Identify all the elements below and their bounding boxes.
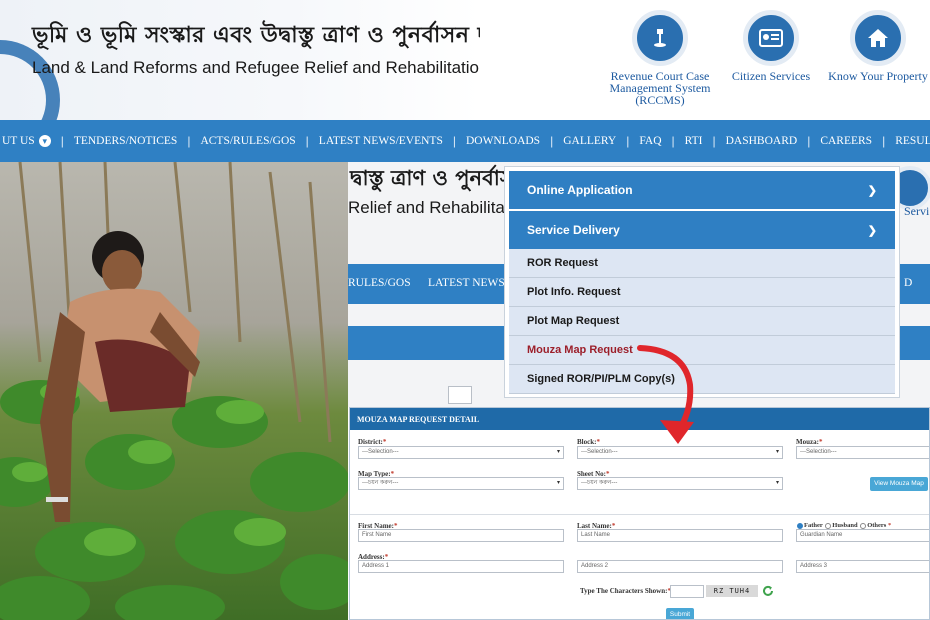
nav-item-gallery[interactable]: GALLERY (553, 135, 626, 147)
mouza-select[interactable]: ---Selection--- (796, 446, 929, 459)
address3-input[interactable]: Address 3 (796, 560, 929, 573)
background-nav-item: LATEST NEWS (428, 277, 505, 289)
background-title-bengali: দ্বাস্তু ত্রাণ ও পুনর্বাসন (350, 165, 527, 190)
sheet-no-select-value: ---চয়ন করুন--- (581, 480, 618, 486)
menu-header-online-application[interactable]: Online Application ❯ (509, 171, 895, 209)
background-nav-item: D (904, 277, 913, 289)
quick-link-label: Citizen Services (731, 69, 811, 83)
gavel-icon (632, 10, 688, 66)
required-mark: * (818, 438, 823, 446)
district-label: District:* (358, 438, 386, 446)
last-name-input[interactable]: Last Name (577, 529, 783, 542)
refresh-icon[interactable] (762, 584, 774, 596)
home-icon (850, 10, 906, 66)
department-title-english: Land & Land Reforms and Refugee Relief a… (32, 58, 480, 77)
radio-label: Others (867, 522, 887, 529)
menu-item-mouza-map-request[interactable]: Mouza Map Request (509, 336, 895, 365)
nav-item-about-us[interactable]: UT US ▾ (0, 135, 61, 147)
district-label-text: District: (358, 438, 383, 446)
map-type-select[interactable]: ---চয়ন করুন--- ▾ (358, 477, 564, 490)
block-select-value: ---Selection--- (581, 449, 618, 455)
main-nav: UT US ▾ | TENDERS/NOTICES | ACTS/RULES/GO… (0, 120, 930, 162)
nav-item-downloads[interactable]: DOWNLOADS (456, 135, 550, 147)
mouza-label-text: Mouza: (796, 438, 819, 446)
quick-link-rccms[interactable]: Revenue Court Case Management System (RC… (605, 10, 715, 106)
captcha-label-text: Type The Characters Shown: (580, 587, 668, 595)
chevron-down-icon: ▾ (38, 135, 51, 147)
id-card-icon (743, 10, 799, 66)
district-select-value: ---Selection--- (362, 449, 399, 455)
menu-header-label: Online Application (527, 183, 633, 197)
form-divider (350, 514, 929, 515)
background-service-label: Servi (904, 204, 930, 218)
quick-link-label: Know Your Property (828, 69, 928, 83)
sheet-no-select[interactable]: ---চয়ন করুন--- ▾ (577, 477, 783, 490)
service-menu: Online Application ❯ Service Delivery ❯ … (504, 166, 900, 398)
farmer-photo (0, 162, 348, 620)
radio-label: Husband (832, 522, 858, 529)
menu-item-plot-info-request[interactable]: Plot Info. Request (509, 278, 895, 307)
first-name-input[interactable]: First Name (358, 529, 564, 542)
map-type-select-value: ---চয়ন করুন--- (362, 480, 399, 486)
nav-item-acts[interactable]: ACTS/RULES/GOS (190, 135, 305, 147)
address1-input[interactable]: Address 1 (358, 560, 564, 573)
menu-item-ror-request[interactable]: ROR Request (509, 249, 895, 278)
nav-item-rti[interactable]: RTI (675, 135, 713, 147)
guardian-name-input[interactable]: Guardian Name (796, 529, 929, 542)
radio-label: Father (804, 522, 823, 529)
radio-father[interactable] (797, 522, 803, 529)
captcha-input[interactable] (670, 585, 704, 598)
submit-button[interactable]: Submit (666, 608, 694, 619)
captcha-image: RZ TUH4 (706, 585, 758, 597)
block-select[interactable]: ---Selection--- ▾ (577, 446, 783, 459)
radio-others[interactable] (860, 522, 867, 529)
mouza-label: Mouza:* (796, 438, 822, 446)
chevron-down-icon: ❯ (867, 184, 877, 197)
chevron-down-icon: ❯ (867, 224, 877, 237)
required-mark: * (887, 522, 892, 529)
relation-radio-group: Father Husband Others * (796, 522, 891, 529)
nav-item-tenders[interactable]: TENDERS/NOTICES (64, 135, 188, 147)
quick-link-citizen-services[interactable]: Citizen Services (716, 10, 826, 82)
background-nav-item: RULES/GOS (348, 277, 411, 289)
nav-item-news[interactable]: LATEST NEWS/EVENTS (309, 135, 453, 147)
block-label-text: Block: (577, 438, 597, 446)
chevron-down-icon: ▾ (775, 449, 779, 455)
mouza-select-value: ---Selection--- (800, 449, 837, 455)
chevron-down-icon: ▾ (556, 449, 560, 455)
menu-item-plot-map-request[interactable]: Plot Map Request (509, 307, 895, 336)
nav-item-faq[interactable]: FAQ (629, 135, 671, 147)
menu-header-service-delivery[interactable]: Service Delivery ❯ (509, 211, 895, 249)
mouza-map-request-form: MOUZA MAP REQUEST DETAIL District:* ---S… (349, 407, 930, 620)
menu-header-label: Service Delivery (527, 223, 620, 237)
department-title-bengali: ভূমি ও ভূমি সংস্কার এবং উদ্বাস্তু ত্রাণ … (32, 22, 480, 48)
form-title: MOUZA MAP REQUEST DETAIL (350, 408, 929, 430)
captcha-label: Type The Characters Shown:* (580, 587, 671, 595)
district-select[interactable]: ---Selection--- ▾ (358, 446, 564, 459)
screenshot-root: ভূমি ও ভূমি সংস্কার এবং উদ্বাস্তু ত্রাণ … (0, 0, 930, 620)
radio-husband[interactable] (825, 522, 832, 529)
nav-item-dashboard[interactable]: DASHBOARD (716, 135, 808, 147)
quick-link-label: Revenue Court Case Management System (RC… (609, 69, 711, 107)
nav-label: UT US (2, 135, 35, 147)
chevron-down-icon: ▾ (556, 480, 560, 486)
address2-input[interactable]: Address 2 (577, 560, 783, 573)
nav-item-result[interactable]: RESULT (885, 135, 930, 147)
view-mouza-map-button[interactable]: View Mouza Map (870, 477, 928, 491)
block-label: Block:* (577, 438, 600, 446)
chevron-down-icon: ▾ (775, 480, 779, 486)
required-mark: * (382, 438, 387, 446)
background-select-stub (448, 386, 472, 404)
quick-link-know-property[interactable]: Know Your Property (823, 10, 930, 82)
nav-item-careers[interactable]: CAREERS (810, 135, 882, 147)
header-banner: ভূমি ও ভূমি সংস্কার এবং উদ্বাস্তু ত্রাণ … (0, 0, 480, 120)
required-mark: * (596, 438, 600, 446)
menu-item-signed-copies[interactable]: Signed ROR/PI/PLM Copy(s) (509, 365, 895, 394)
site-header: ভূমি ও ভূমি সংস্কার এবং উদ্বাস্তু ত্রাণ … (0, 0, 930, 120)
